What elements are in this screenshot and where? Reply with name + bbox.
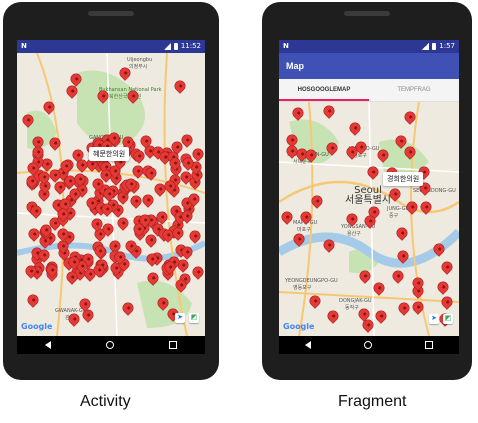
caption-activity: Activity (80, 393, 131, 410)
map-label-yongsan-ko: 용산구 (347, 231, 361, 237)
caption-fragment: Fragment (338, 393, 407, 410)
phone-speaker (88, 11, 134, 16)
fragment-screen: N 1:57 Map HOSGOOGLEMAP TEMPFRAG 서대문구 종로… (279, 40, 459, 354)
nav-bar (279, 336, 459, 354)
back-icon[interactable] (305, 341, 312, 349)
google-logo: Google (283, 322, 315, 331)
status-time: 11:52 (180, 42, 201, 50)
directions-button[interactable]: ➤ (175, 313, 185, 323)
map-label-dongjak-ko: 동작구 (345, 305, 359, 311)
activity-screen: N 11:52 Uijeongbu 의정부시 Bukhansan Nationa… (17, 40, 205, 354)
open-maps-button[interactable]: ◩ (189, 313, 199, 323)
recents-icon[interactable] (169, 341, 178, 349)
map-label-uijeongbu-ko: 의정부시 (129, 64, 148, 70)
tab-tempfrag[interactable]: TEMPFRAG (369, 79, 459, 101)
nav-bar (17, 336, 205, 354)
status-time: 1:57 (439, 42, 455, 50)
recents-icon[interactable] (424, 341, 433, 349)
tab-hosgooglemap[interactable]: HOSGOOGLEMAP (279, 79, 369, 101)
notification-icon: N (283, 42, 289, 50)
battery-icon (432, 42, 437, 50)
signal-icon (163, 42, 171, 50)
map-label-jung-ko: 중구 (389, 213, 399, 219)
signal-icon (422, 42, 430, 50)
map-label-yeongdeungpo-ko: 영등포구 (293, 285, 312, 291)
app-title: Map (286, 61, 304, 71)
home-icon[interactable] (363, 341, 372, 349)
status-bar: N 11:52 (17, 40, 205, 53)
activity-map[interactable]: Uijeongbu 의정부시 Bukhansan National Park 북… (17, 53, 205, 336)
map-label-mapo-ko: 마포구 (297, 227, 311, 233)
phone-speaker (344, 11, 390, 16)
battery-icon (173, 42, 178, 50)
notification-icon: N (21, 42, 27, 50)
fragment-phone: N 1:57 Map HOSGOOGLEMAP TEMPFRAG 서대문구 종로… (262, 2, 472, 380)
app-bar: Map (279, 53, 459, 79)
info-window[interactable]: 혜문한의원 (89, 147, 130, 161)
info-window[interactable]: 경희한의원 (383, 172, 424, 186)
tab-bar: HOSGOOGLEMAP TEMPFRAG (279, 79, 459, 102)
status-bar: N 1:57 (279, 40, 459, 53)
fragment-map[interactable]: SEODAEMUN-GU 서대문구 JONGNO-GU 종로구 JUNG-GU … (279, 102, 459, 336)
home-icon[interactable] (105, 341, 114, 349)
back-icon[interactable] (44, 341, 51, 349)
city-label: Seoul 서울특별시 (345, 186, 391, 206)
directions-button[interactable]: ➤ (429, 314, 439, 324)
city-label-ko: 서울특별시 (345, 195, 391, 206)
activity-phone: N 11:52 Uijeongbu 의정부시 Bukhansan Nationa… (3, 2, 219, 380)
open-maps-button[interactable]: ◩ (443, 314, 453, 324)
google-logo: Google (21, 322, 53, 331)
